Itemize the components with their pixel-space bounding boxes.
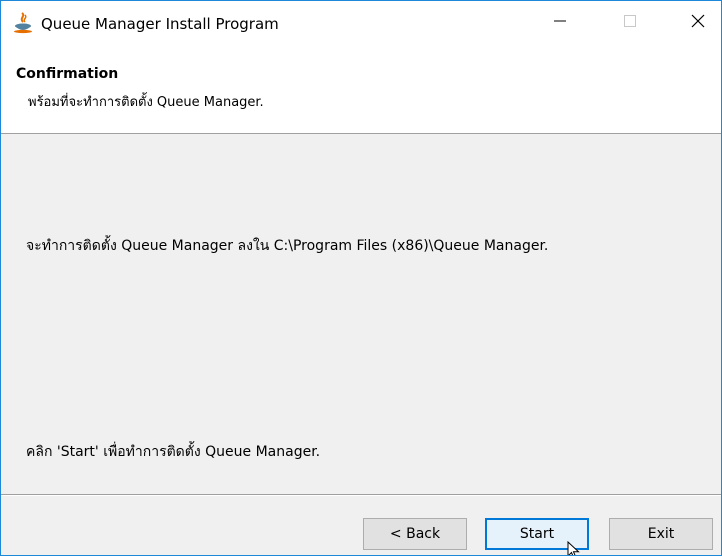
- close-icon: [691, 14, 705, 28]
- maximize-icon: [624, 15, 636, 27]
- title-bar[interactable]: Queue Manager Install Program: [1, 1, 721, 49]
- java-app-icon: [14, 12, 32, 34]
- close-button[interactable]: [675, 1, 721, 41]
- minimize-button[interactable]: [537, 1, 583, 41]
- mouse-cursor-icon: [567, 541, 580, 555]
- page-title: Confirmation: [16, 66, 119, 82]
- maximize-button[interactable]: [607, 1, 653, 41]
- window-title: Queue Manager Install Program: [41, 15, 279, 33]
- footer-separator: [1, 494, 721, 496]
- minimize-icon: [554, 20, 566, 22]
- page-subtitle: พร้อมที่จะทำการติดตั้ง Queue Manager.: [28, 95, 264, 110]
- back-button[interactable]: < Back: [363, 518, 467, 550]
- header-panel: Confirmation พร้อมที่จะทำการติดตั้ง Queu…: [1, 49, 721, 134]
- install-path-message: จะทำการติดตั้ง Queue Manager ลงใน C:\Pro…: [26, 238, 549, 254]
- exit-button[interactable]: Exit: [609, 518, 713, 550]
- installer-window: Queue Manager Install Program Confirmati…: [0, 0, 722, 556]
- click-start-message: คลิก 'Start' เพื่อทำการติดตั้ง Queue Man…: [26, 444, 321, 460]
